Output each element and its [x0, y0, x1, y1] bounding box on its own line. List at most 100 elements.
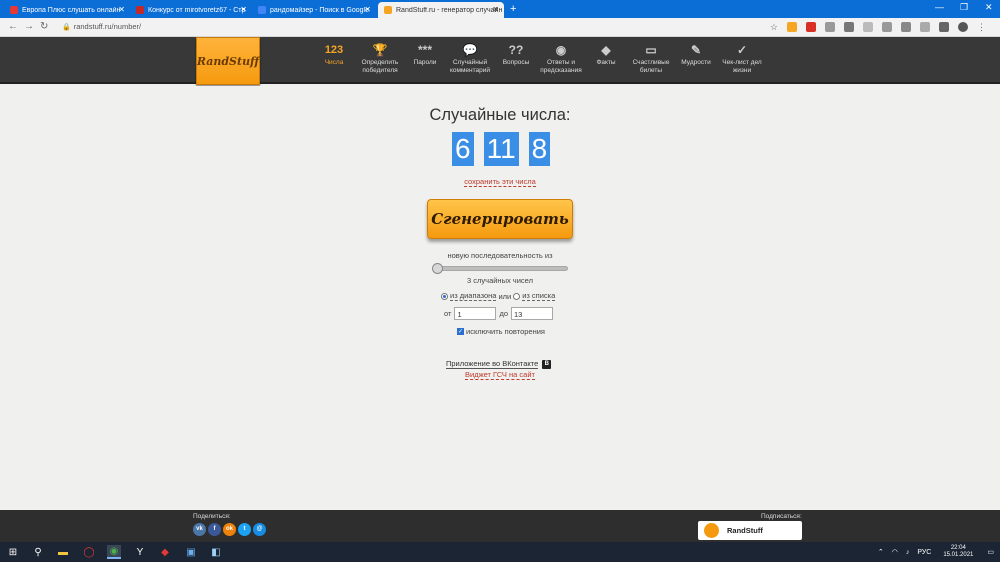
odnoklassniki-share-icon[interactable]: ok	[223, 523, 236, 536]
nav-label: Мудрости	[681, 59, 711, 66]
tab-title: Европа Плюс слушать онлайн	[22, 6, 121, 14]
range-inputs: от 1 до 13	[444, 307, 556, 320]
nav-label: Счастливые билеты	[632, 59, 670, 74]
site-header: RandStuff 123 Числа 🏆 Определить победит…	[0, 37, 1000, 85]
vk-app-link[interactable]: Приложение во ВКонтакте	[446, 359, 539, 369]
app-icon[interactable]: ▣	[184, 545, 198, 559]
forward-icon[interactable]: →	[24, 21, 34, 32]
extension-icons: ☆ ⋮	[770, 22, 986, 33]
opera-icon[interactable]: ◯	[82, 545, 96, 559]
chrome-icon[interactable]: ◉	[107, 545, 121, 559]
share-label: Поделиться:	[193, 513, 231, 520]
tab-randstuff[interactable]: RandStuff.ru - генератор случайн ✕	[378, 2, 504, 18]
subscribe-label: Подписаться:	[761, 513, 802, 520]
file-explorer-icon[interactable]: ▬	[56, 545, 70, 559]
list-radio[interactable]	[513, 292, 521, 300]
url-text: randstuff.ru/number/	[73, 22, 142, 31]
save-numbers-link[interactable]: сохранить эти числа	[464, 177, 536, 187]
twitter-share-icon[interactable]: t	[238, 523, 251, 536]
count-label: 3 случайных чисел	[467, 276, 533, 285]
save-numbers-link-row: сохранить эти числа	[0, 177, 1000, 187]
reload-icon[interactable]: ↻	[40, 21, 48, 32]
browser-tab-strip: Европа Плюс слушать онлайн ✕ Конкурс от …	[0, 0, 1000, 18]
profile-avatar[interactable]	[958, 22, 968, 32]
star-icon[interactable]: ☆	[770, 22, 778, 33]
facebook-share-icon[interactable]: f	[208, 523, 221, 536]
extension-icon[interactable]	[901, 22, 911, 32]
system-tray: ⌃ ◠ ♪ РУС 22:04 15.01.2021 ▭	[878, 542, 1000, 562]
extension-icon[interactable]	[844, 22, 854, 32]
windows-start-icon[interactable]: ⊞	[6, 545, 20, 559]
address-bar[interactable]: 🔒 randstuff.ru/number/	[62, 22, 141, 31]
site-logo[interactable]: RandStuff	[196, 37, 260, 85]
range-radio-label[interactable]: из диапазона	[450, 291, 497, 301]
tab-title: RandStuff.ru - генератор случайн	[396, 6, 503, 14]
nav-label: Пароли	[413, 59, 437, 66]
count-slider[interactable]	[434, 266, 568, 271]
from-label: от	[444, 309, 452, 318]
tab-europa-plus[interactable]: Европа Плюс слушать онлайн ✕	[4, 2, 130, 18]
maximize-icon[interactable]: ❐	[960, 2, 968, 13]
nav-label: Чек-лист дел жизни	[722, 59, 762, 74]
mail-share-icon[interactable]: @	[253, 523, 266, 536]
chevron-up-icon[interactable]: ⌃	[878, 548, 884, 556]
nav-checklist[interactable]: ✓ Чек-лист дел жизни	[714, 43, 770, 75]
close-icon[interactable]: ✕	[240, 5, 247, 14]
vk-share-icon[interactable]: vk	[193, 523, 206, 536]
extension-icon[interactable]	[863, 22, 873, 32]
app-icon[interactable]: ◆	[158, 545, 172, 559]
tab-title: Конкурс от mirotvoretz67 - Стр	[148, 6, 246, 14]
favicon-icon	[10, 6, 18, 14]
clock[interactable]: 22:04 15.01.2021	[943, 545, 973, 559]
extension-icon[interactable]	[825, 22, 835, 32]
minimize-icon[interactable]: —	[935, 2, 944, 12]
tab-title: рандомайзер - Поиск в Google	[270, 6, 369, 14]
random-number: 11	[483, 132, 519, 166]
extension-icon[interactable]	[882, 22, 892, 32]
widget-link[interactable]: Виджет ГСЧ на сайт	[465, 370, 535, 380]
notifications-icon[interactable]: ▭	[987, 548, 994, 556]
close-icon[interactable]: ✕	[118, 5, 125, 14]
yandex-icon[interactable]: Y	[133, 545, 147, 559]
subscribe-widget[interactable]: RandStuff	[698, 521, 802, 540]
tab-konkurs[interactable]: Конкурс от mirotvoretz67 - Стр ✕	[130, 2, 252, 18]
windows-taskbar: ⊞ ⚲ ▬ ◯ ◉ Y ◆ ▣ ◧ ⌃ ◠ ♪ РУС 22:04 15.01.…	[0, 542, 1000, 562]
tab-google-search[interactable]: рандомайзер - Поиск в Google ✕	[252, 2, 376, 18]
new-tab-button[interactable]: +	[510, 3, 516, 15]
widget-link-row: Виджет ГСЧ на сайт	[0, 370, 1000, 380]
lock-icon: 🔒	[62, 24, 71, 31]
range-to-input[interactable]: 13	[511, 307, 554, 320]
extension-icon[interactable]	[787, 22, 797, 32]
extension-icon[interactable]	[920, 22, 930, 32]
back-icon[interactable]: ←	[8, 21, 18, 32]
search-icon[interactable]: ⚲	[31, 545, 45, 559]
nav-label: Числа	[324, 59, 344, 66]
close-icon[interactable]: ✕	[492, 5, 499, 14]
clock-date: 15.01.2021	[943, 552, 974, 558]
extension-icon[interactable]	[939, 22, 949, 32]
count-slider-handle[interactable]	[432, 263, 443, 274]
exclude-repeats-checkbox[interactable]: ✓	[457, 328, 464, 335]
generate-button[interactable]: Сгенерировать	[427, 199, 573, 239]
exclude-repeats-label[interactable]: исключить повторения	[466, 327, 545, 336]
menu-icon[interactable]: ⋮	[977, 22, 986, 33]
vk-icon: В	[542, 359, 552, 369]
site-footer: Поделиться: vk f ok t @ Подписаться: Ran…	[0, 510, 1000, 542]
mode-selector: из диапазона или из списка	[441, 291, 556, 301]
sequence-label: новую последовательность из	[447, 251, 553, 260]
app-icon[interactable]: ◧	[209, 545, 223, 559]
range-radio[interactable]	[441, 292, 448, 300]
list-radio-label[interactable]: из списка	[522, 291, 556, 301]
nav-label: Факты	[596, 59, 616, 66]
network-icon[interactable]: ◠	[892, 548, 898, 556]
nav-label: Вопросы	[502, 59, 530, 66]
generate-button-label: Сгенерировать	[431, 210, 569, 228]
close-icon[interactable]: ✕	[364, 5, 371, 14]
share-icons: vk f ok t @	[193, 523, 266, 536]
range-from-input[interactable]: 1	[454, 307, 497, 320]
close-window-icon[interactable]: ✕	[985, 2, 993, 13]
language-indicator[interactable]: РУС	[917, 549, 931, 556]
random-numbers: 6 11 8	[452, 132, 551, 166]
speaker-icon[interactable]: ♪	[906, 549, 910, 556]
extension-icon[interactable]	[806, 22, 816, 32]
